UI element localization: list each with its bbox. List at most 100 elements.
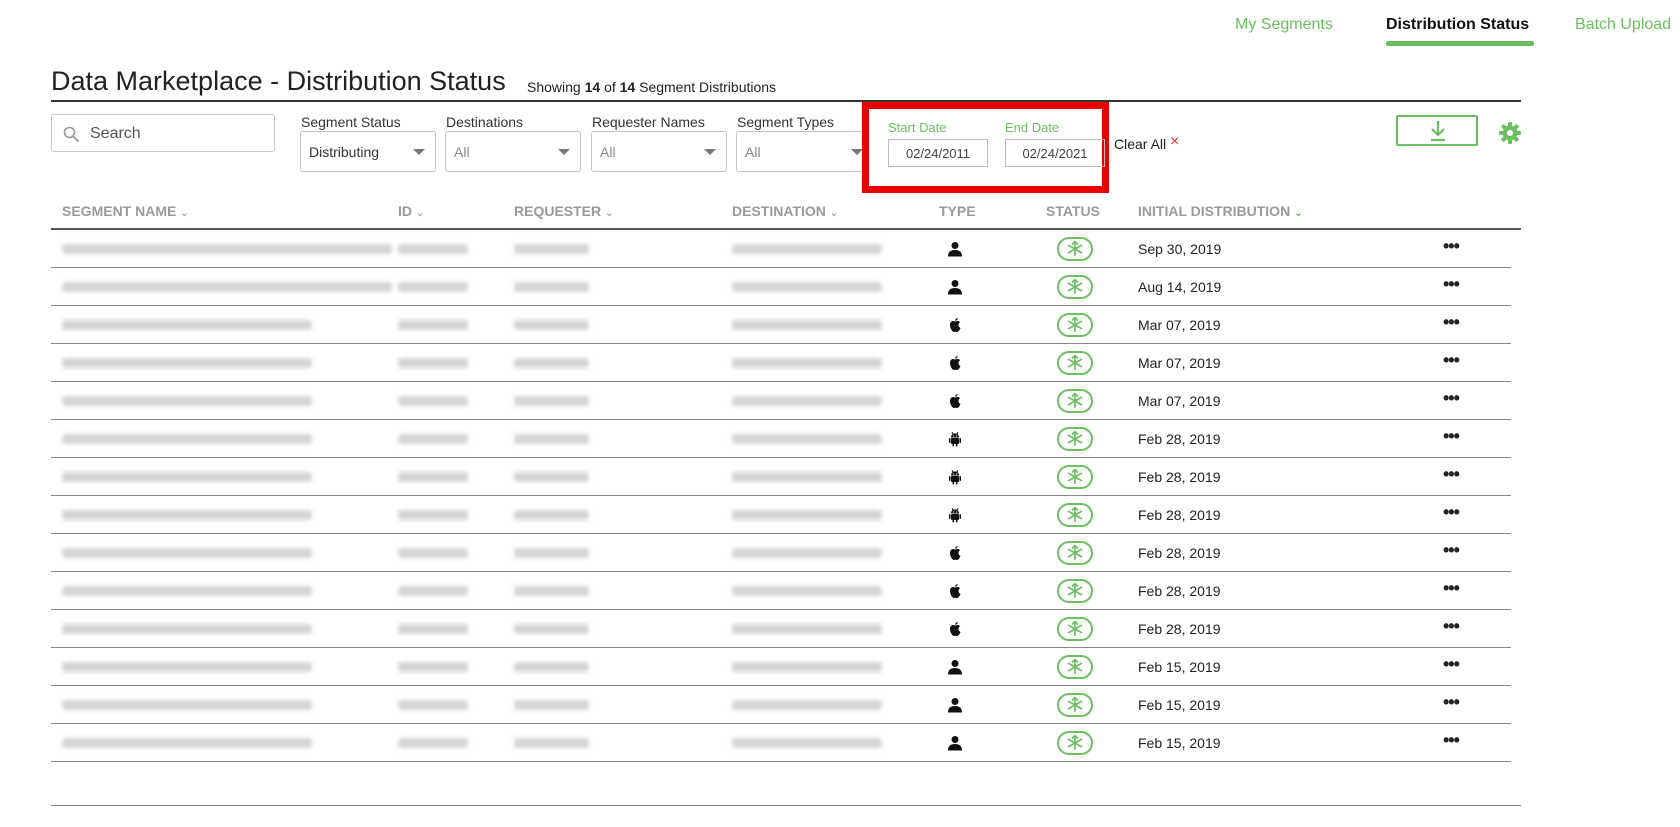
download-button[interactable] <box>1396 115 1478 146</box>
count-prefix: Showing <box>527 79 581 95</box>
nav-my-segments[interactable]: My Segments <box>1235 16 1333 34</box>
table-row[interactable]: Mar 07, 2019 ••• <box>51 306 1521 344</box>
column-header-id[interactable]: ID ⌄ <box>398 203 424 219</box>
redacted-segment-name <box>62 472 312 482</box>
start-date-input[interactable]: 02/24/2011 <box>888 139 988 167</box>
redacted-destination <box>732 434 882 444</box>
more-options-icon[interactable]: ••• <box>1443 389 1460 407</box>
redacted-id <box>398 738 468 748</box>
table-row[interactable]: Feb 15, 2019 ••• <box>51 724 1521 762</box>
person-icon <box>947 659 963 675</box>
table-row[interactable]: Feb 28, 2019 ••• <box>51 610 1521 648</box>
top-nav: My Segments Distribution Status Batch Up… <box>0 0 1680 50</box>
redacted-id <box>398 548 468 558</box>
start-date-label: Start Date <box>888 120 947 135</box>
table-row[interactable]: Sep 30, 2019 ••• <box>51 230 1521 268</box>
distributing-status-icon <box>1057 617 1093 646</box>
result-count: Showing 14 of 14 Segment Distributions <box>527 79 776 95</box>
segment-status-select[interactable]: Distributing <box>300 131 436 172</box>
redacted-destination <box>732 396 882 406</box>
table-row[interactable]: Feb 15, 2019 ••• <box>51 648 1521 686</box>
redacted-requester <box>514 662 589 672</box>
redacted-segment-name <box>62 662 312 672</box>
redacted-requester <box>514 586 589 596</box>
table-row[interactable]: Feb 28, 2019 ••• <box>51 458 1521 496</box>
redacted-id <box>398 472 468 482</box>
requester-names-select[interactable]: All <box>591 131 727 172</box>
segment-types-label: Segment Types <box>737 114 835 130</box>
column-header-destination[interactable]: DESTINATION ⌄ <box>732 203 838 219</box>
table-row[interactable]: Mar 07, 2019 ••• <box>51 382 1521 420</box>
more-options-icon[interactable]: ••• <box>1443 275 1460 293</box>
more-options-icon[interactable]: ••• <box>1443 465 1460 483</box>
sort-chevron-icon: ⌄ <box>605 208 614 219</box>
initial-distribution-date: Feb 28, 2019 <box>1138 469 1221 485</box>
search-icon <box>63 126 79 142</box>
column-header-segment-name[interactable]: SEGMENT NAME ⌄ <box>62 203 189 219</box>
redacted-requester <box>514 358 589 368</box>
count-suffix: Segment Distributions <box>639 79 777 95</box>
nav-distribution-status[interactable]: Distribution Status <box>1386 16 1529 34</box>
redacted-requester <box>514 548 589 558</box>
redacted-segment-name <box>62 358 312 368</box>
redacted-destination <box>732 282 882 292</box>
redacted-id <box>398 320 468 330</box>
table-row[interactable]: Feb 28, 2019 ••• <box>51 420 1521 458</box>
table-row[interactable]: Feb 28, 2019 ••• <box>51 572 1521 610</box>
more-options-icon[interactable]: ••• <box>1443 541 1460 559</box>
close-icon[interactable]: × <box>1170 133 1179 151</box>
page-title: Data Marketplace - Distribution Status <box>51 66 506 96</box>
more-options-icon[interactable]: ••• <box>1443 427 1460 445</box>
initial-distribution-date: Mar 07, 2019 <box>1138 393 1221 409</box>
distributing-status-icon <box>1057 731 1093 760</box>
end-date-input[interactable]: 02/24/2021 <box>1005 139 1105 167</box>
chevron-down-icon <box>704 149 716 155</box>
nav-batch-upload[interactable]: Batch Upload <box>1575 16 1671 34</box>
segment-types-select[interactable]: All <box>736 131 866 172</box>
person-icon <box>947 241 963 257</box>
more-options-icon[interactable]: ••• <box>1443 693 1460 711</box>
chevron-down-icon <box>413 149 425 155</box>
settings-button[interactable] <box>1498 121 1522 150</box>
search-input[interactable] <box>88 121 272 147</box>
android-icon <box>947 469 963 485</box>
column-header-label: INITIAL DISTRIBUTION <box>1138 203 1291 219</box>
more-options-icon[interactable]: ••• <box>1443 731 1460 749</box>
more-options-icon[interactable]: ••• <box>1443 655 1460 673</box>
distributing-status-icon <box>1057 275 1093 304</box>
more-options-icon[interactable]: ••• <box>1443 237 1460 255</box>
column-header-label: DESTINATION <box>732 203 826 219</box>
more-options-icon[interactable]: ••• <box>1443 503 1460 521</box>
column-header-label: SEGMENT NAME <box>62 203 177 219</box>
more-options-icon[interactable]: ••• <box>1443 579 1460 597</box>
redacted-segment-name <box>62 586 312 596</box>
clear-all-button[interactable]: Clear All <box>1114 136 1166 152</box>
initial-distribution-date: Feb 28, 2019 <box>1138 431 1221 447</box>
destinations-select[interactable]: All <box>445 131 581 172</box>
apple-icon <box>947 583 963 599</box>
redacted-requester <box>514 434 589 444</box>
column-header-type: TYPE <box>939 203 976 219</box>
table-row[interactable]: Feb 28, 2019 ••• <box>51 534 1521 572</box>
sort-chevron-icon: ⌄ <box>416 208 425 219</box>
table-row[interactable]: Feb 28, 2019 ••• <box>51 496 1521 534</box>
redacted-destination <box>732 700 882 710</box>
android-icon <box>947 507 963 523</box>
redacted-segment-name <box>62 510 312 520</box>
redacted-id <box>398 244 468 254</box>
redacted-id <box>398 586 468 596</box>
redacted-requester <box>514 282 589 292</box>
column-header-requester[interactable]: REQUESTER ⌄ <box>514 203 614 219</box>
column-header-initial-distribution[interactable]: INITIAL DISTRIBUTION ⌄ <box>1138 203 1303 219</box>
redacted-requester <box>514 244 589 254</box>
table-row[interactable]: Aug 14, 2019 ••• <box>51 268 1521 306</box>
more-options-icon[interactable]: ••• <box>1443 313 1460 331</box>
table-row[interactable]: Mar 07, 2019 ••• <box>51 344 1521 382</box>
more-options-icon[interactable]: ••• <box>1443 617 1460 635</box>
redacted-id <box>398 624 468 634</box>
redacted-id <box>398 396 468 406</box>
table-row[interactable]: Feb 15, 2019 ••• <box>51 686 1521 724</box>
sort-chevron-icon: ⌄ <box>180 208 189 219</box>
more-options-icon[interactable]: ••• <box>1443 351 1460 369</box>
search-box[interactable] <box>51 114 275 152</box>
